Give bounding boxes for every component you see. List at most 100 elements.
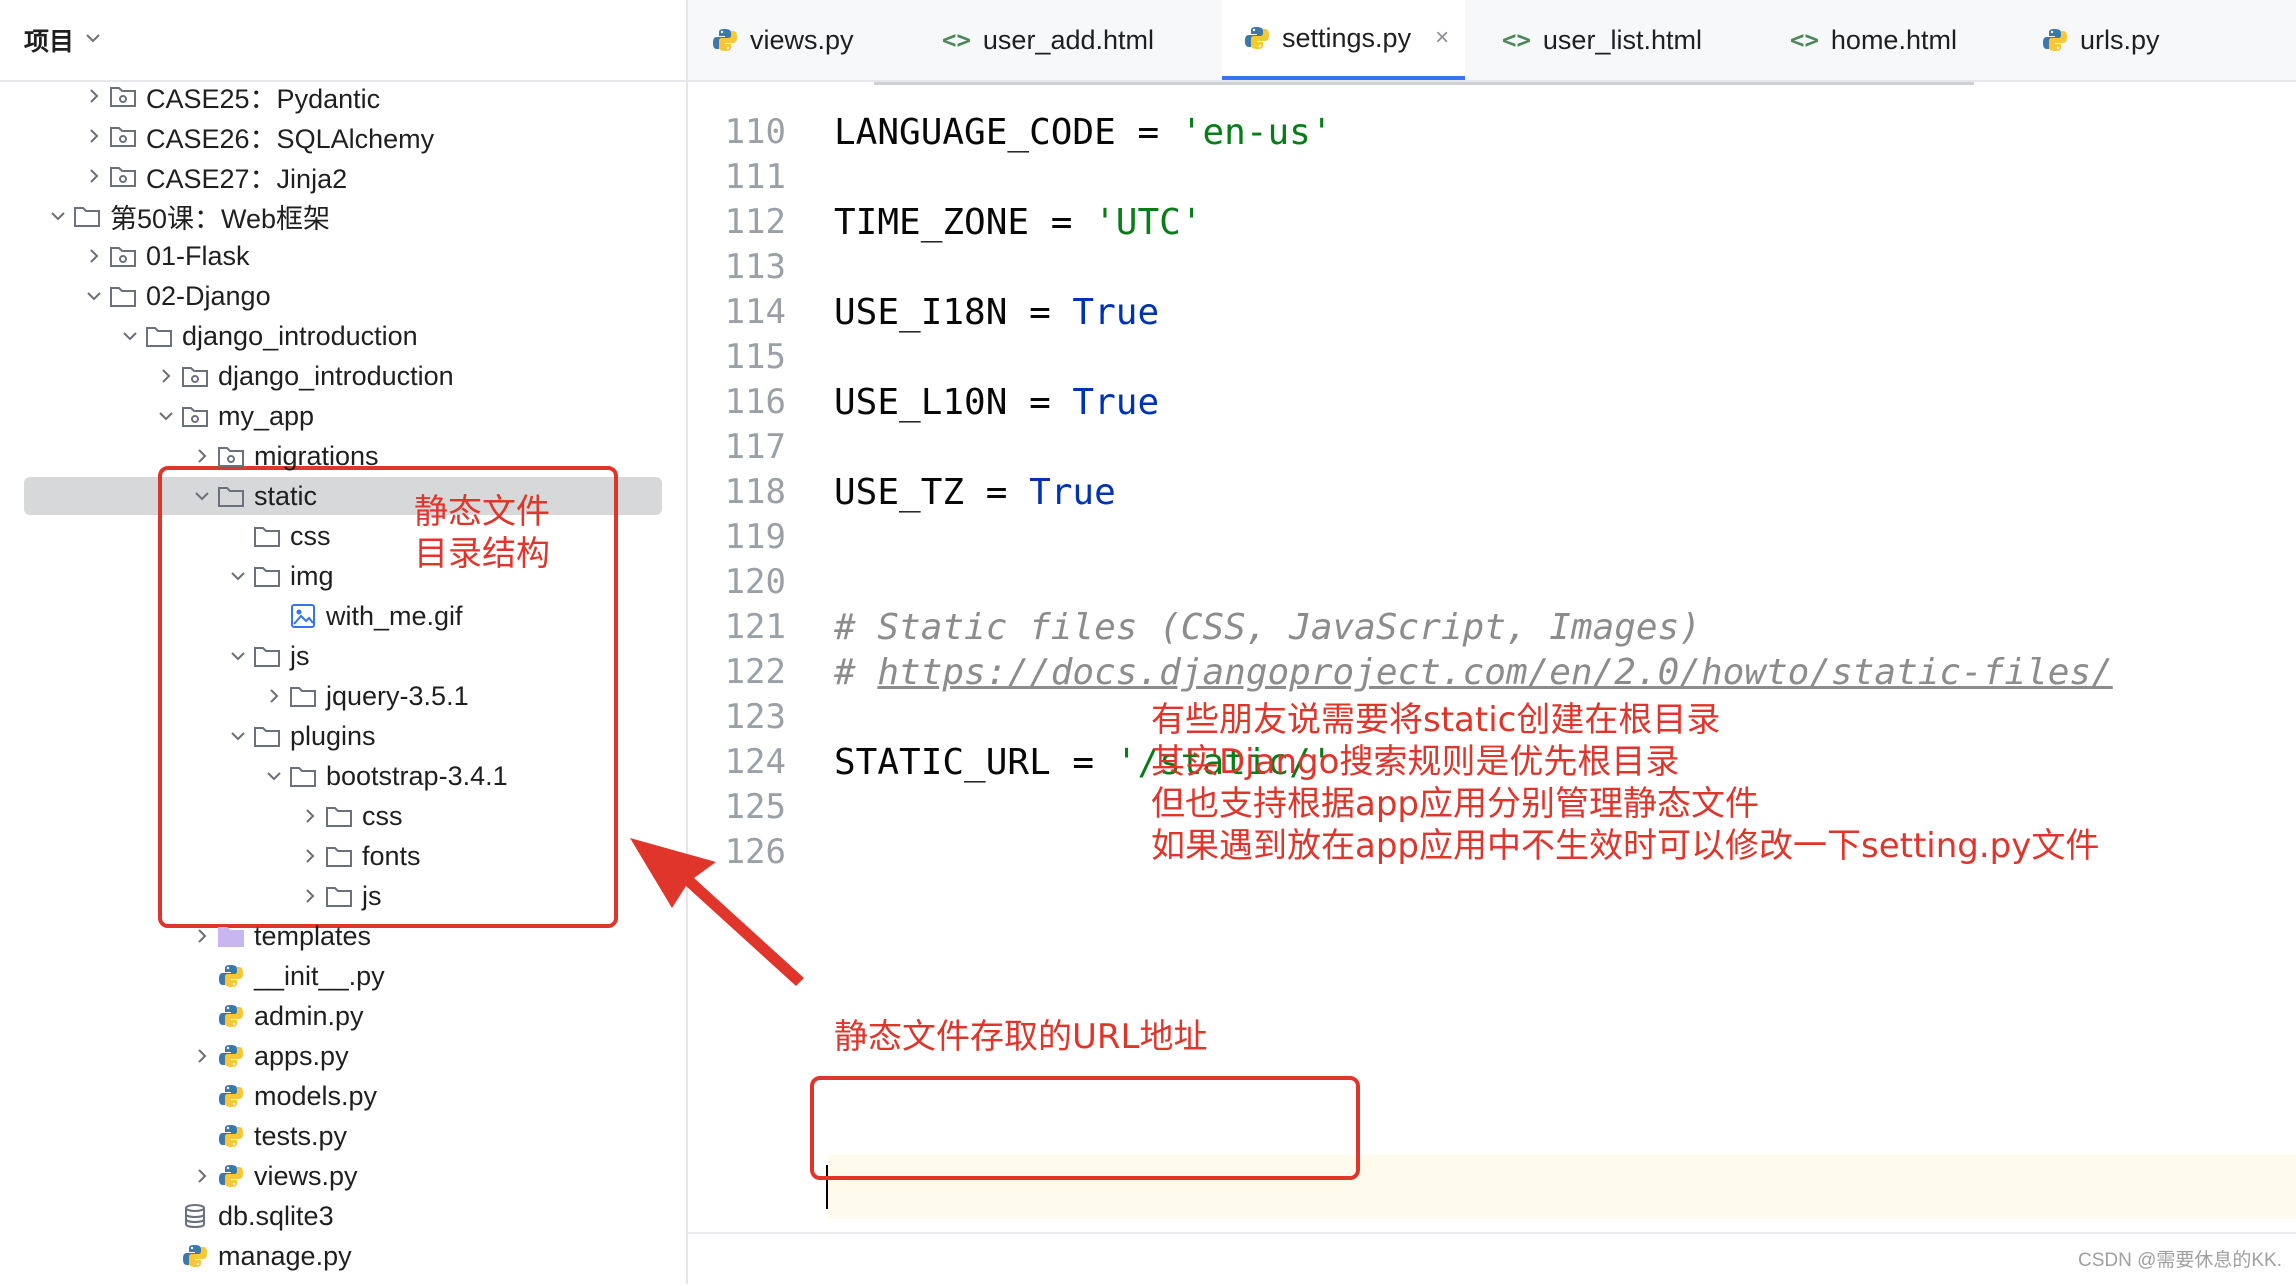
folder-icon — [288, 763, 318, 789]
code-line-122[interactable]: # Static files (CSS, JavaScript, Images) — [834, 607, 1701, 648]
tab-urls-py[interactable]: urls.py — [2042, 0, 2160, 80]
tree-item[interactable]: __init__.py — [0, 956, 686, 996]
tree-item[interactable]: views.py — [0, 1156, 686, 1196]
line-number: 115 — [724, 337, 786, 377]
setting-name: USE_L10N — [834, 382, 1008, 423]
tree-item-label: CASE26：SQLAlchemy — [146, 123, 435, 154]
tree-item[interactable]: my_app — [0, 396, 686, 436]
tree-item-label: 02-Django — [146, 280, 271, 311]
python-file-icon — [216, 1083, 246, 1109]
chevron-down-icon[interactable] — [152, 407, 180, 425]
tree-item-label: js — [290, 640, 310, 671]
chevron-right-icon[interactable] — [80, 127, 108, 145]
tree-item[interactable]: 第50课：Web框架 — [0, 196, 686, 236]
tab-views-py[interactable]: views.py — [712, 0, 854, 80]
tree-item[interactable]: CASE25：Pydantic — [0, 76, 686, 116]
tree-item[interactable]: CASE27：Jinja2 — [0, 156, 686, 196]
chevron-right-icon[interactable] — [152, 367, 180, 385]
static-dir-annotation: 静态文件 目录结构 — [414, 492, 550, 574]
tree-item[interactable]: 02-Django — [0, 276, 686, 316]
tree-item-label: 01-Flask — [146, 240, 250, 271]
tree-item[interactable]: CASE26：SQLAlchemy — [0, 116, 686, 156]
chevron-down-icon[interactable] — [80, 287, 108, 305]
operator: = — [1029, 202, 1095, 243]
line-number: 124 — [724, 742, 786, 782]
chevron-down-icon[interactable] — [84, 27, 102, 53]
code-line-119[interactable]: USE_TZ = True — [834, 472, 1116, 513]
code-line-117[interactable]: USE_L10N = True — [834, 382, 1159, 423]
python-file-icon — [216, 1163, 246, 1189]
chevron-right-icon[interactable] — [188, 447, 216, 465]
code-line-115[interactable]: USE_I18N = True — [834, 292, 1159, 333]
folder-icon — [252, 563, 282, 589]
folder-icon — [324, 803, 354, 829]
line-number: 119 — [724, 517, 786, 557]
code-line-111[interactable]: LANGUAGE_CODE = 'en-us' — [834, 112, 1333, 153]
tab-label: views.py — [750, 24, 854, 55]
line-number: 118 — [724, 472, 786, 512]
chevron-down-icon[interactable] — [116, 327, 144, 345]
code-line-113[interactable]: TIME_ZONE = 'UTC' — [834, 202, 1202, 243]
tab-user-add-html[interactable]: <> user_add.html — [942, 0, 1154, 80]
tree-item[interactable]: db.sqlite3 — [0, 1196, 686, 1236]
chevron-right-icon[interactable] — [80, 167, 108, 185]
tree-item-label: CASE27：Jinja2 — [146, 163, 348, 194]
tab-home-html[interactable]: <> home.html — [1790, 0, 1957, 80]
tree-item[interactable]: django_introduction — [0, 356, 686, 396]
chevron-right-icon[interactable] — [296, 847, 324, 865]
tree-item-label: js — [362, 880, 382, 911]
code-line-123[interactable]: # https://docs.djangoproject.com/en/2.0/… — [834, 652, 2113, 693]
chevron-right-icon[interactable] — [260, 687, 288, 705]
chevron-down-icon[interactable] — [224, 727, 252, 745]
package-folder-icon — [108, 243, 138, 269]
tree-item[interactable]: admin.py — [0, 996, 686, 1036]
project-title[interactable]: 项目 — [24, 22, 74, 58]
static-url-highlight-box — [810, 1076, 1360, 1180]
chevron-right-icon[interactable] — [80, 87, 108, 105]
tree-item[interactable]: apps.py — [0, 1036, 686, 1076]
chevron-right-icon[interactable] — [188, 1047, 216, 1065]
tree-item[interactable]: 01-Flask — [0, 236, 686, 276]
line-number: 122 — [724, 652, 786, 692]
python-file-icon — [2042, 27, 2068, 53]
close-icon[interactable]: × — [1435, 24, 1449, 52]
folder-icon — [324, 883, 354, 909]
tree-item[interactable]: tests.py — [0, 1116, 686, 1156]
keyword-value: True — [1072, 382, 1160, 423]
operator: = — [1050, 742, 1116, 783]
folder-icon — [144, 323, 174, 349]
docs-link[interactable]: https://docs.djangoproject.com/en/2.0/ho… — [877, 652, 2112, 693]
chevron-down-icon[interactable] — [44, 207, 72, 225]
chevron-down-icon[interactable] — [260, 767, 288, 785]
chevron-down-icon[interactable] — [188, 487, 216, 505]
chevron-right-icon[interactable] — [188, 1167, 216, 1185]
tree-item[interactable]: models.py — [0, 1076, 686, 1116]
tab-settings-py[interactable]: settings.py × — [1222, 0, 1466, 80]
chevron-right-icon[interactable] — [296, 807, 324, 825]
setting-name: STATIC_URL — [834, 742, 1051, 783]
tab-user-list-html[interactable]: <> user_list.html — [1502, 0, 1702, 80]
tab-label: user_list.html — [1542, 24, 1702, 55]
python-file-icon — [216, 963, 246, 989]
line-number: 116 — [724, 382, 786, 422]
chevron-down-icon[interactable] — [224, 567, 252, 585]
operator: = — [1115, 112, 1181, 153]
line-number: 120 — [724, 562, 786, 602]
package-folder-icon — [180, 403, 210, 429]
red-arrow-icon — [630, 838, 804, 986]
tree-item[interactable]: manage.py — [0, 1236, 686, 1276]
chevron-down-icon[interactable] — [224, 647, 252, 665]
folded-code-line — [874, 82, 1974, 85]
python-file-icon — [712, 27, 738, 53]
line-number: 121 — [724, 607, 786, 647]
comment-hash: # — [834, 652, 878, 693]
tab-label: home.html — [1830, 24, 1957, 55]
tab-label: settings.py — [1282, 22, 1412, 53]
tree-item[interactable]: django_introduction — [0, 316, 686, 356]
line-number: 114 — [724, 292, 786, 332]
chevron-right-icon[interactable] — [296, 887, 324, 905]
tree-item-label: db.sqlite3 — [218, 1200, 334, 1231]
chevron-right-icon[interactable] — [80, 247, 108, 265]
watermark: CSDN @需要休息的KK. — [2077, 1250, 2282, 1271]
chevron-right-icon[interactable] — [188, 927, 216, 945]
